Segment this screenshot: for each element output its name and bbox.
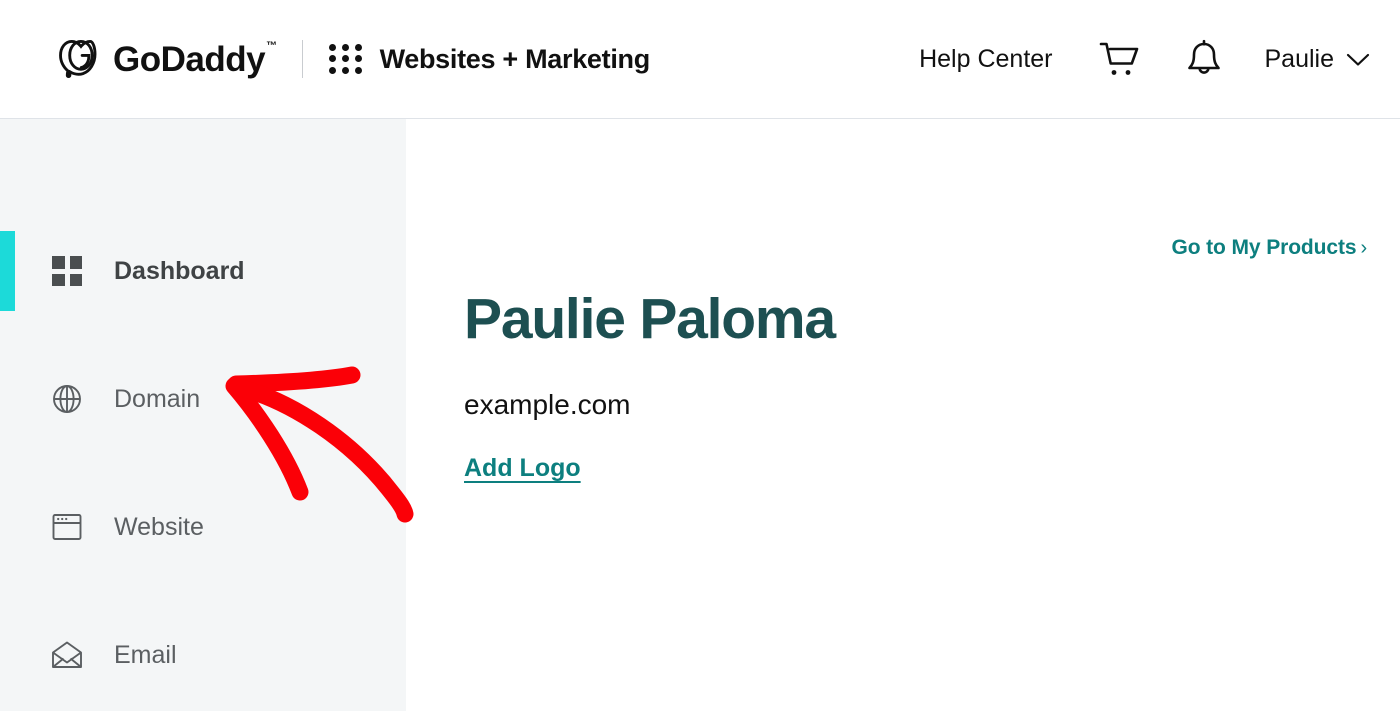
active-indicator-bar: [0, 231, 15, 311]
header-right-group: Help Center Paulie: [919, 0, 1370, 119]
grid-icon-glyph: [52, 256, 82, 286]
add-logo-link[interactable]: Add Logo: [464, 454, 581, 483]
grid-icon: [50, 254, 84, 288]
globe-glyph: [53, 385, 81, 413]
app-grid-dot: [329, 55, 337, 63]
products-link-label: Go to My Products: [1171, 236, 1357, 259]
chevron-down-icon: [1346, 53, 1370, 66]
sidebar-item-label: Dashboard: [114, 256, 245, 285]
bell-icon[interactable]: [1173, 29, 1235, 91]
trademark-symbol: ™: [266, 39, 277, 52]
global-header: GoDaddy™ Websites + Marketing Help Cente…: [0, 0, 1400, 119]
godaddy-home-link[interactable]: GoDaddy™: [58, 36, 277, 82]
page-title: Paulie Paloma: [464, 287, 836, 351]
app-grid-dot: [342, 55, 350, 63]
account-name: Paulie: [1264, 45, 1335, 73]
browser-window-glyph: [52, 514, 82, 540]
app-grid-dot: [354, 55, 362, 63]
app-grid-dot: [354, 66, 362, 74]
app-grid-dot: [342, 44, 350, 52]
grid-square: [69, 256, 82, 269]
sidebar-item-label: Domain: [114, 384, 201, 413]
account-menu-button[interactable]: Paulie: [1265, 45, 1371, 74]
app-grid-dot: [354, 44, 362, 52]
site-domain-text: example.com: [464, 389, 631, 420]
product-title: Websites + Marketing: [379, 43, 651, 74]
open-envelope-glyph: [52, 641, 82, 668]
sidebar-item-dashboard[interactable]: Dashboard: [0, 207, 406, 335]
app-grid-icon[interactable]: [329, 44, 363, 74]
sidebar-item-label: Website: [114, 512, 204, 541]
main-content: Go to My Products › Paulie Paloma example…: [406, 119, 1400, 711]
envelope-icon: [50, 638, 84, 672]
godaddy-heart-logo-icon: [59, 39, 97, 79]
app-grid-dot: [329, 66, 337, 74]
bell-glyph: [1187, 39, 1220, 74]
godaddy-wordmark: GoDaddy™: [113, 39, 277, 79]
chevron-right-icon: ›: [1360, 237, 1367, 259]
app-grid-dot: [329, 44, 337, 52]
shopping-cart-icon[interactable]: [1089, 29, 1151, 91]
sidebar-item-website[interactable]: Website: [0, 463, 406, 591]
sidebar-nav: Dashboard Domain Website Email: [0, 119, 406, 711]
app-root: GoDaddy™ Websites + Marketing Help Cente…: [0, 0, 1400, 711]
sidebar-item-domain[interactable]: Domain: [0, 335, 406, 463]
header-divider: [301, 40, 303, 78]
sidebar-item-email[interactable]: Email: [0, 591, 406, 711]
header-left-group: GoDaddy™ Websites + Marketing: [0, 36, 650, 82]
go-to-my-products-link[interactable]: Go to My Products ›: [1171, 236, 1367, 260]
browser-icon: [50, 510, 84, 544]
grid-square: [52, 256, 65, 269]
sidebar-item-label: Email: [114, 640, 177, 669]
shopping-cart-glyph: [1099, 42, 1138, 75]
sidebar-item-list: Dashboard Domain Website Email: [0, 119, 406, 711]
app-grid-dot: [342, 66, 350, 74]
globe-icon: [50, 382, 84, 416]
grid-square: [52, 273, 65, 286]
help-center-link[interactable]: Help Center: [919, 45, 1052, 74]
grid-square: [69, 273, 82, 286]
